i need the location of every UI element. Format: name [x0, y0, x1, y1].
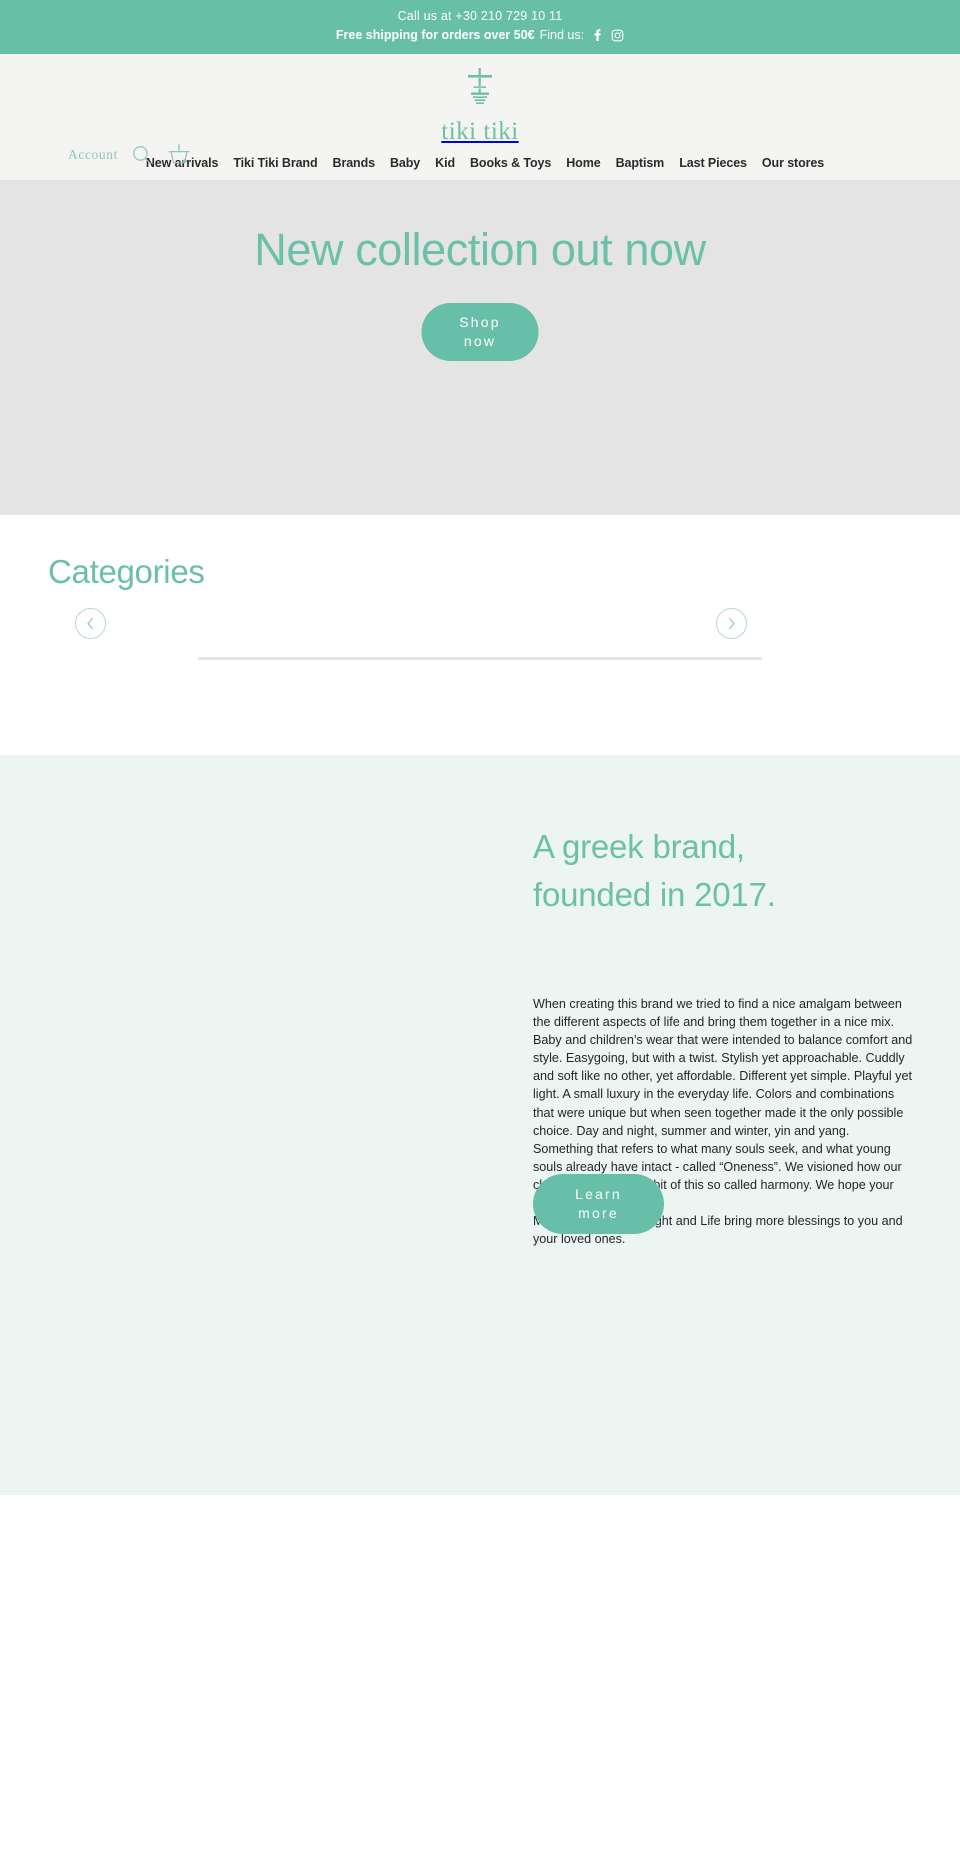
chevron-right-icon[interactable]: [716, 608, 747, 639]
phone-text: Call us at +30 210 729 10 11: [397, 9, 563, 23]
learn-more-label-line2: more: [578, 1205, 619, 1221]
announcement-bar: Call us at +30 210 729 10 11 Free shippi…: [0, 0, 960, 54]
facebook-icon[interactable]: [591, 28, 604, 42]
learn-more-label-line1: Learn: [575, 1186, 622, 1202]
shopping-basket-icon[interactable]: [166, 142, 192, 168]
brand-story-title: A greek brand, founded in 2017.: [533, 823, 918, 919]
shipping-text: Free shipping for orders over 50€: [335, 28, 535, 42]
nav-item-baby[interactable]: Baby: [390, 156, 420, 170]
shop-now-label-line1: Shop: [459, 314, 501, 330]
nav-item-home[interactable]: Home: [566, 156, 600, 170]
chevron-left-icon[interactable]: [75, 608, 106, 639]
categories-title: Categories: [48, 553, 205, 590]
nav-item-kid[interactable]: Kid: [435, 156, 455, 170]
nav-item-brands[interactable]: Brands: [333, 156, 376, 170]
nav-item-tiki-tiki-brand[interactable]: Tiki Tiki Brand: [233, 156, 317, 170]
shop-now-label-line2: now: [463, 333, 497, 349]
find-us-text: Find us:: [539, 28, 585, 42]
nav-item-books-and-toys[interactable]: Books & Toys: [470, 156, 551, 170]
learn-more-button[interactable]: Learn more: [533, 1174, 664, 1234]
page-bottom-spacer: [0, 1495, 960, 1785]
brand-story-title-line2: founded in 2017.: [533, 876, 776, 913]
site-logo[interactable]: tiki tiki: [0, 66, 960, 146]
search-icon[interactable]: [131, 144, 153, 166]
nav-item-baptism[interactable]: Baptism: [616, 156, 665, 170]
categories-section: Categories: [0, 515, 960, 755]
nav-item-our-stores[interactable]: Our stores: [762, 156, 824, 170]
hero-title: New collection out now: [254, 224, 706, 275]
brand-story-title-line1: A greek brand,: [533, 828, 745, 865]
instagram-icon[interactable]: [611, 29, 624, 42]
shop-now-button[interactable]: Shop now: [421, 303, 539, 361]
categories-carousel-scrollbar[interactable]: [198, 657, 762, 660]
brand-story-section: A greek brand, founded in 2017. When cre…: [0, 755, 960, 1495]
header-utilities: Account: [68, 142, 192, 168]
hero-banner: New collection out now Shop now: [0, 180, 960, 515]
logo-wordmark: tiki tiki: [441, 118, 519, 145]
nav-item-last-pieces[interactable]: Last Pieces: [679, 156, 747, 170]
account-link[interactable]: Account: [68, 147, 118, 163]
tiki-totem-icon: [460, 66, 500, 116]
site-header: tiki tiki New arrivals Tiki Tiki Brand B…: [0, 54, 960, 180]
shipping-row: Free shipping for orders over 50€ Find u…: [0, 26, 960, 44]
